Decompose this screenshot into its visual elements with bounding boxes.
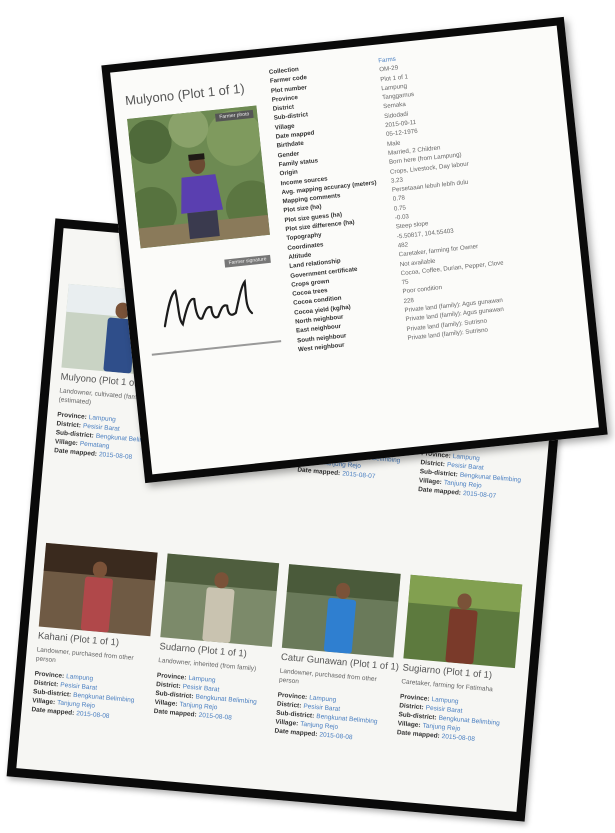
farmer-card[interactable]: Sugiarno (Plot 1 of 1) Caretaker, farming… [396, 574, 523, 747]
field-link[interactable]: 2015-08-08 [99, 451, 133, 461]
farmer-card-photo[interactable] [281, 564, 401, 658]
field-link[interactable]: 2015-08-07 [463, 490, 497, 500]
farmer-detail-sheet: Mulyono (Plot 1 of 1) Farmer photo Farme… [101, 16, 608, 484]
farmer-card[interactable]: Catur Gunawan (Plot 1 of 1) Landowner, pu… [274, 564, 401, 745]
farmer-card-photo[interactable] [403, 574, 523, 669]
field-link[interactable]: 2015-08-08 [319, 731, 353, 741]
farmer-attributes: Collection Farms Farmer code OM-29 Plot numb… [269, 38, 583, 354]
farmer-photo-image [127, 105, 270, 249]
field-label: Date mapped: [417, 486, 462, 497]
signature-image [163, 278, 254, 328]
field-link[interactable]: 2015-08-07 [342, 470, 376, 480]
field-label: Date mapped: [297, 466, 341, 478]
field-label: Date mapped: [396, 729, 441, 740]
farmer-photo[interactable]: Farmer photo [127, 105, 270, 249]
field-label: Date mapped: [31, 706, 75, 717]
field-link[interactable]: 2015-08-08 [198, 712, 232, 722]
farmer-signature: Farmer signature [142, 252, 282, 356]
field-label: Date mapped: [153, 707, 197, 719]
field-label: Date mapped: [274, 727, 318, 739]
farmer-card[interactable]: Sudarno (Plot 1 of 1) Landowner, inherite… [153, 553, 280, 725]
field-link[interactable]: 2015-08-08 [76, 710, 110, 720]
field-label: Date mapped: [53, 447, 98, 458]
farmer-card-photo[interactable] [160, 553, 280, 647]
farmer-card[interactable]: Kahani (Plot 1 of 1) Landowner, purchased… [31, 542, 158, 724]
farmer-card-description: Landowner, purchased from other person [35, 646, 134, 665]
page-title: Mulyono (Plot 1 of 1) [124, 80, 246, 109]
field-link[interactable]: 2015-08-08 [441, 733, 475, 743]
farmer-card-photo[interactable] [38, 542, 158, 637]
